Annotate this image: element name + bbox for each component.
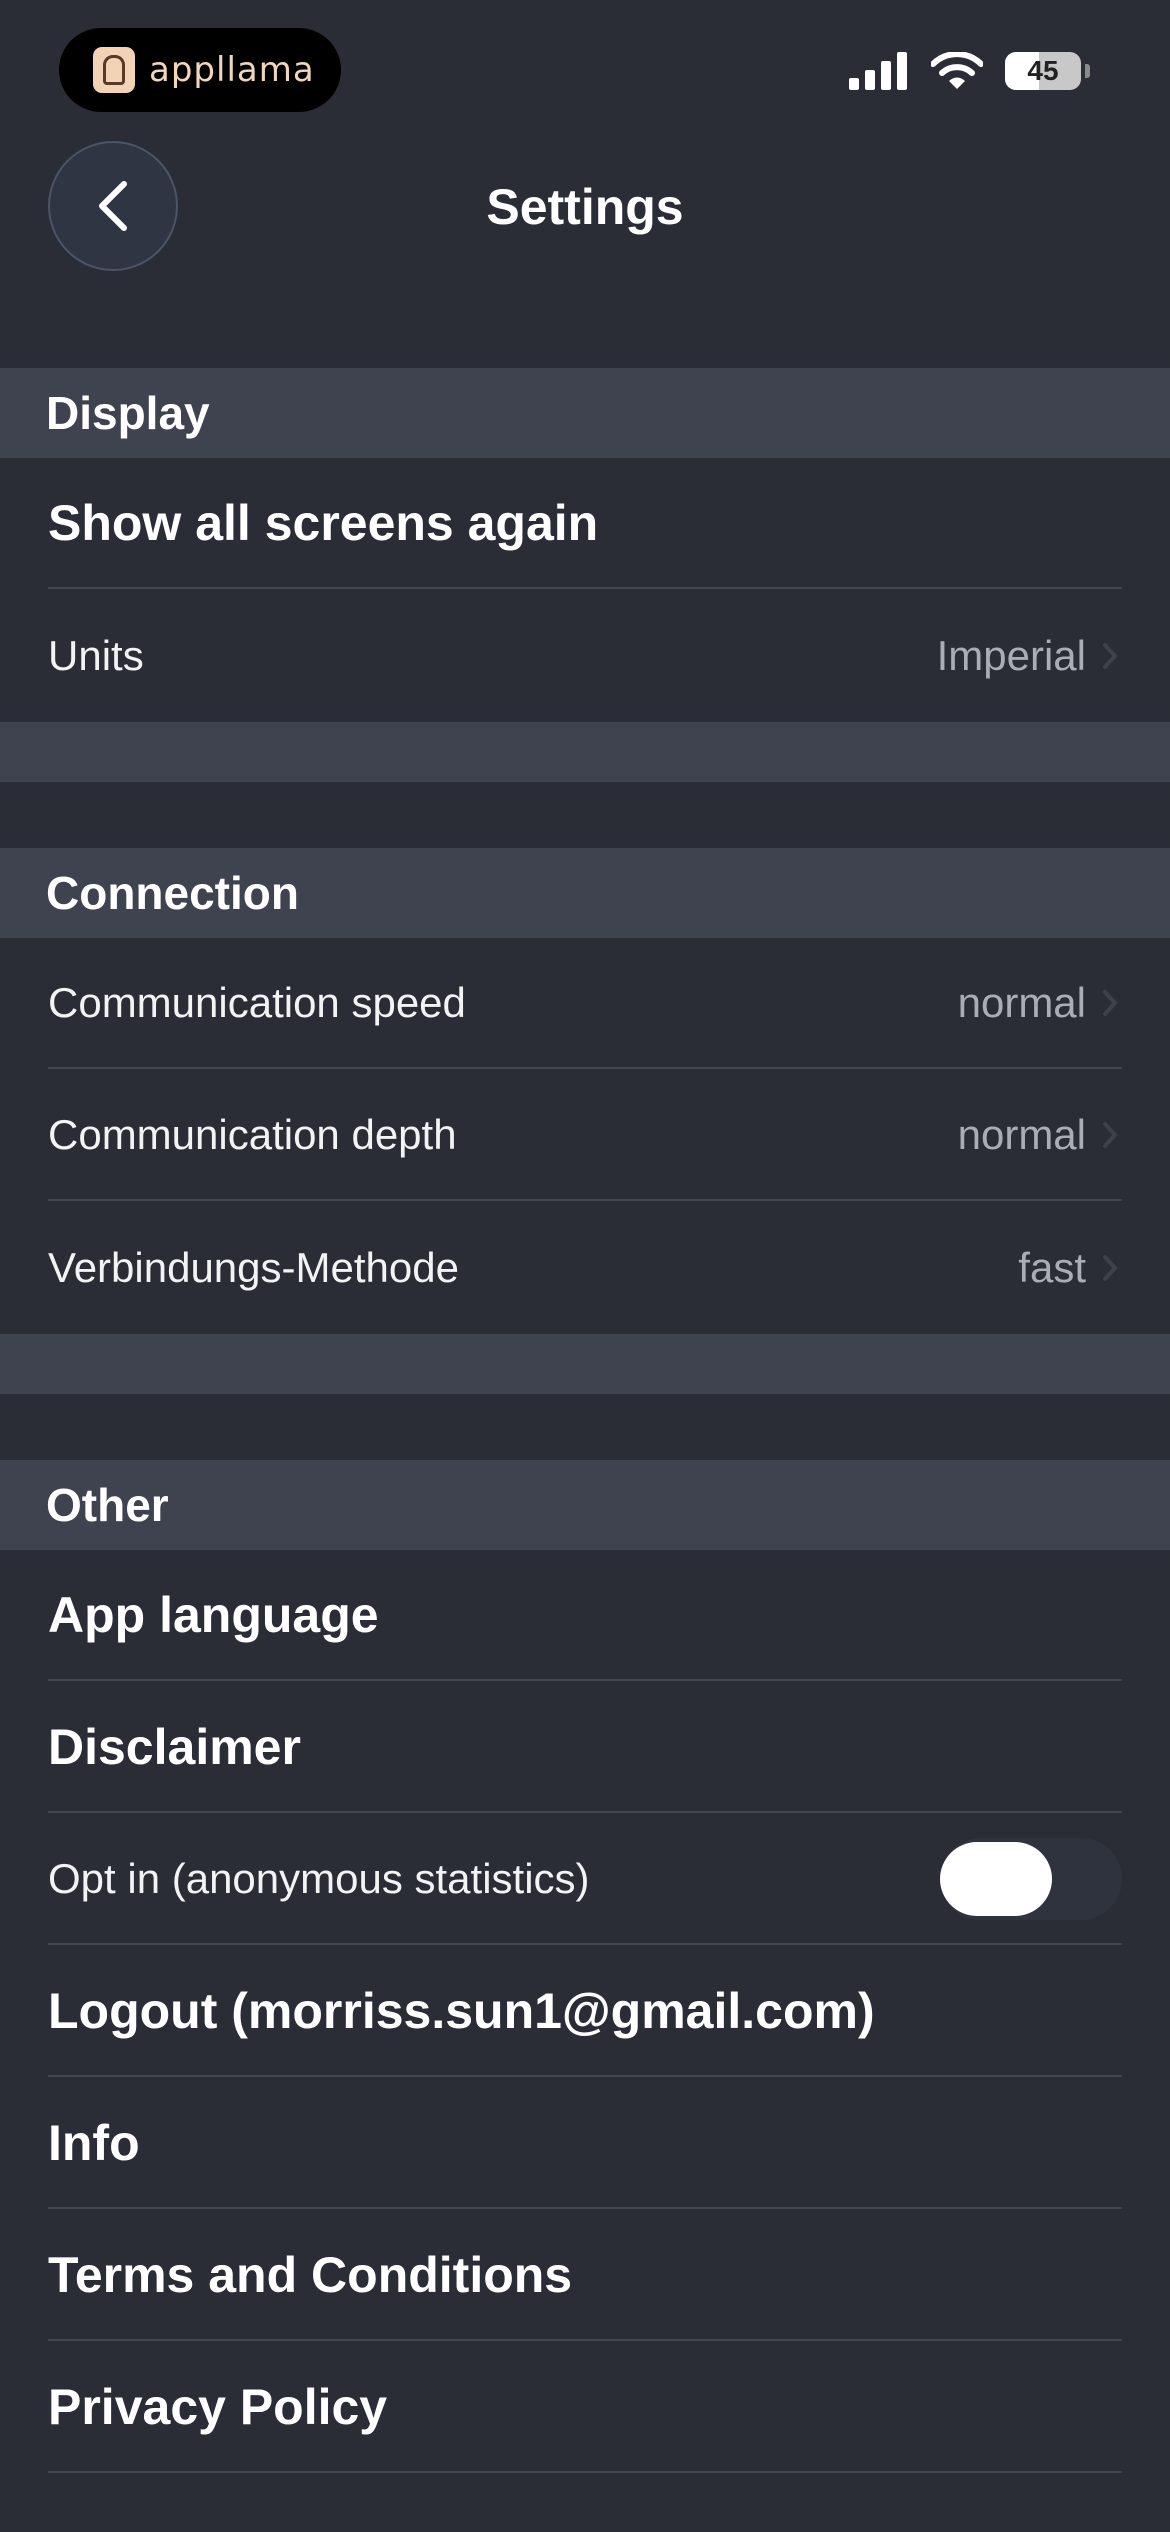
logout-row[interactable]: Logout (morriss.sun1@gmail.com) <box>48 1946 1122 2077</box>
row-label: Privacy Policy <box>48 2378 388 2435</box>
section-header-connection: Connection <box>0 848 1170 938</box>
info-row[interactable]: Info <box>48 2078 1122 2209</box>
chevron-right-icon <box>1102 988 1122 1018</box>
section-title: Display <box>46 387 210 439</box>
row-label: App language <box>48 1586 379 1643</box>
connection-method-row[interactable]: Verbindungs-Methode fast <box>48 1202 1122 1333</box>
opt-in-toggle[interactable] <box>940 1837 1122 1920</box>
connection-method-value: fast <box>1018 1243 1086 1291</box>
row-label: Disclaimer <box>48 1718 301 1775</box>
row-label: Communication depth <box>48 1110 457 1158</box>
battery-icon: 45 <box>1005 52 1081 90</box>
cellular-signal-icon <box>849 52 907 90</box>
privacy-policy-row[interactable]: Privacy Policy <box>48 2342 1122 2473</box>
row-label: Communication speed <box>48 978 466 1026</box>
disclaimer-row[interactable]: Disclaimer <box>48 1682 1122 1813</box>
app-language-row[interactable]: App language <box>48 1550 1122 1681</box>
units-row[interactable]: Units Imperial <box>48 590 1122 721</box>
chevron-right-icon <box>1102 1120 1122 1150</box>
terms-row[interactable]: Terms and Conditions <box>48 2210 1122 2341</box>
communication-depth-value: normal <box>957 1110 1086 1158</box>
app-indicator-pill[interactable]: appllama <box>59 28 341 112</box>
opt-in-statistics-row: Opt in (anonymous statistics) <box>48 1814 1122 1945</box>
section-spacer <box>0 722 1170 782</box>
row-label: Terms and Conditions <box>48 2246 573 2303</box>
app-name: appllama <box>149 50 315 90</box>
section-title: Connection <box>46 867 299 919</box>
row-label: Verbindungs-Methode <box>48 1243 459 1291</box>
status-icons: 45 <box>849 52 1090 90</box>
communication-speed-row[interactable]: Communication speed normal <box>48 938 1122 1069</box>
section-title: Other <box>46 1479 169 1531</box>
row-label: Opt in (anonymous statistics) <box>48 1854 590 1902</box>
page-title: Settings <box>486 179 684 235</box>
appllama-logo-icon <box>93 47 135 93</box>
units-value: Imperial <box>936 631 1086 679</box>
communication-depth-row[interactable]: Communication depth normal <box>48 1070 1122 1201</box>
section-spacer <box>0 1334 1170 1394</box>
row-label: Units <box>48 631 144 679</box>
communication-speed-value: normal <box>957 978 1086 1026</box>
row-label: Logout (morriss.sun1@gmail.com) <box>48 1982 875 2039</box>
chevron-right-icon <box>1102 1253 1122 1283</box>
section-header-other: Other <box>0 1460 1170 1550</box>
status-bar: appllama 45 <box>0 0 1170 120</box>
row-label: Show all screens again <box>48 494 599 551</box>
wifi-icon <box>931 52 983 89</box>
show-all-screens-row[interactable]: Show all screens again <box>48 458 1122 589</box>
row-label: Info <box>48 2114 140 2171</box>
chevron-right-icon <box>1102 641 1122 671</box>
battery-percent: 45 <box>1027 55 1059 86</box>
section-header-display: Display <box>0 368 1170 458</box>
battery-nub <box>1085 64 1090 78</box>
toggle-knob <box>940 1841 1052 1916</box>
